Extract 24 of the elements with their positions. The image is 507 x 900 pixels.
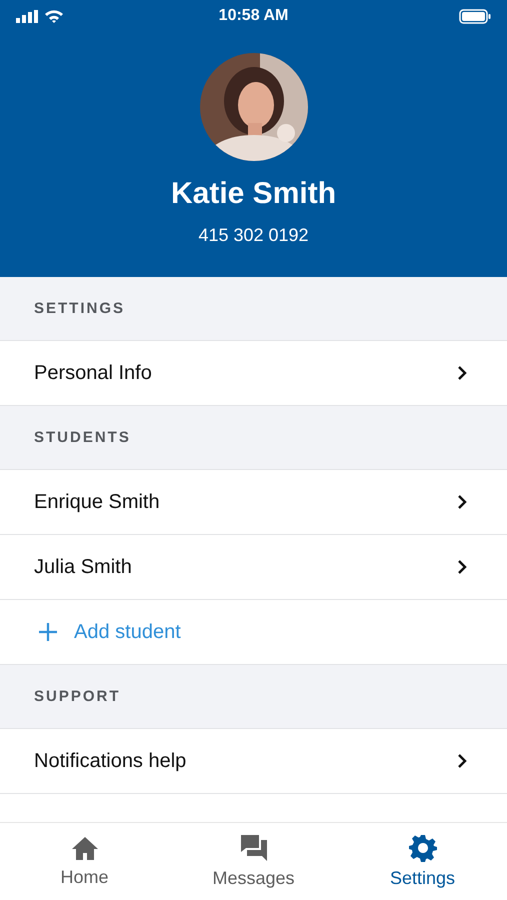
battery-icon bbox=[459, 8, 491, 24]
list-item[interactable]: Enrique Smith bbox=[0, 470, 507, 535]
settings-icon bbox=[408, 834, 436, 862]
chevron-icon bbox=[457, 753, 467, 769]
tab[interactable]: Settings bbox=[338, 823, 507, 900]
section-header: SUPPORT bbox=[34, 688, 121, 705]
tab[interactable]: Home bbox=[0, 823, 169, 900]
signal-icon bbox=[16, 10, 38, 22]
wifi-icon bbox=[44, 9, 64, 23]
section-header: SETTINGS bbox=[34, 300, 126, 317]
list-item[interactable]: Notifications help bbox=[0, 729, 507, 794]
home-icon bbox=[70, 836, 98, 860]
profile-phone: 415 302 0192 bbox=[198, 225, 309, 246]
chevron-icon bbox=[457, 365, 467, 381]
chat-bubbles-icon bbox=[240, 834, 268, 862]
tab[interactable]: Messages bbox=[169, 823, 338, 900]
chevron-icon bbox=[457, 559, 467, 575]
profile-name: Katie Smith bbox=[170, 177, 336, 211]
list-item[interactable]: Personal Info bbox=[0, 341, 507, 406]
list-item[interactable]: Julia Smith bbox=[0, 535, 507, 600]
status-time: 10:58 AM bbox=[218, 7, 288, 25]
chevron-icon bbox=[457, 494, 467, 510]
plus-icon bbox=[38, 622, 58, 642]
section-header: STUDENTS bbox=[34, 429, 131, 446]
